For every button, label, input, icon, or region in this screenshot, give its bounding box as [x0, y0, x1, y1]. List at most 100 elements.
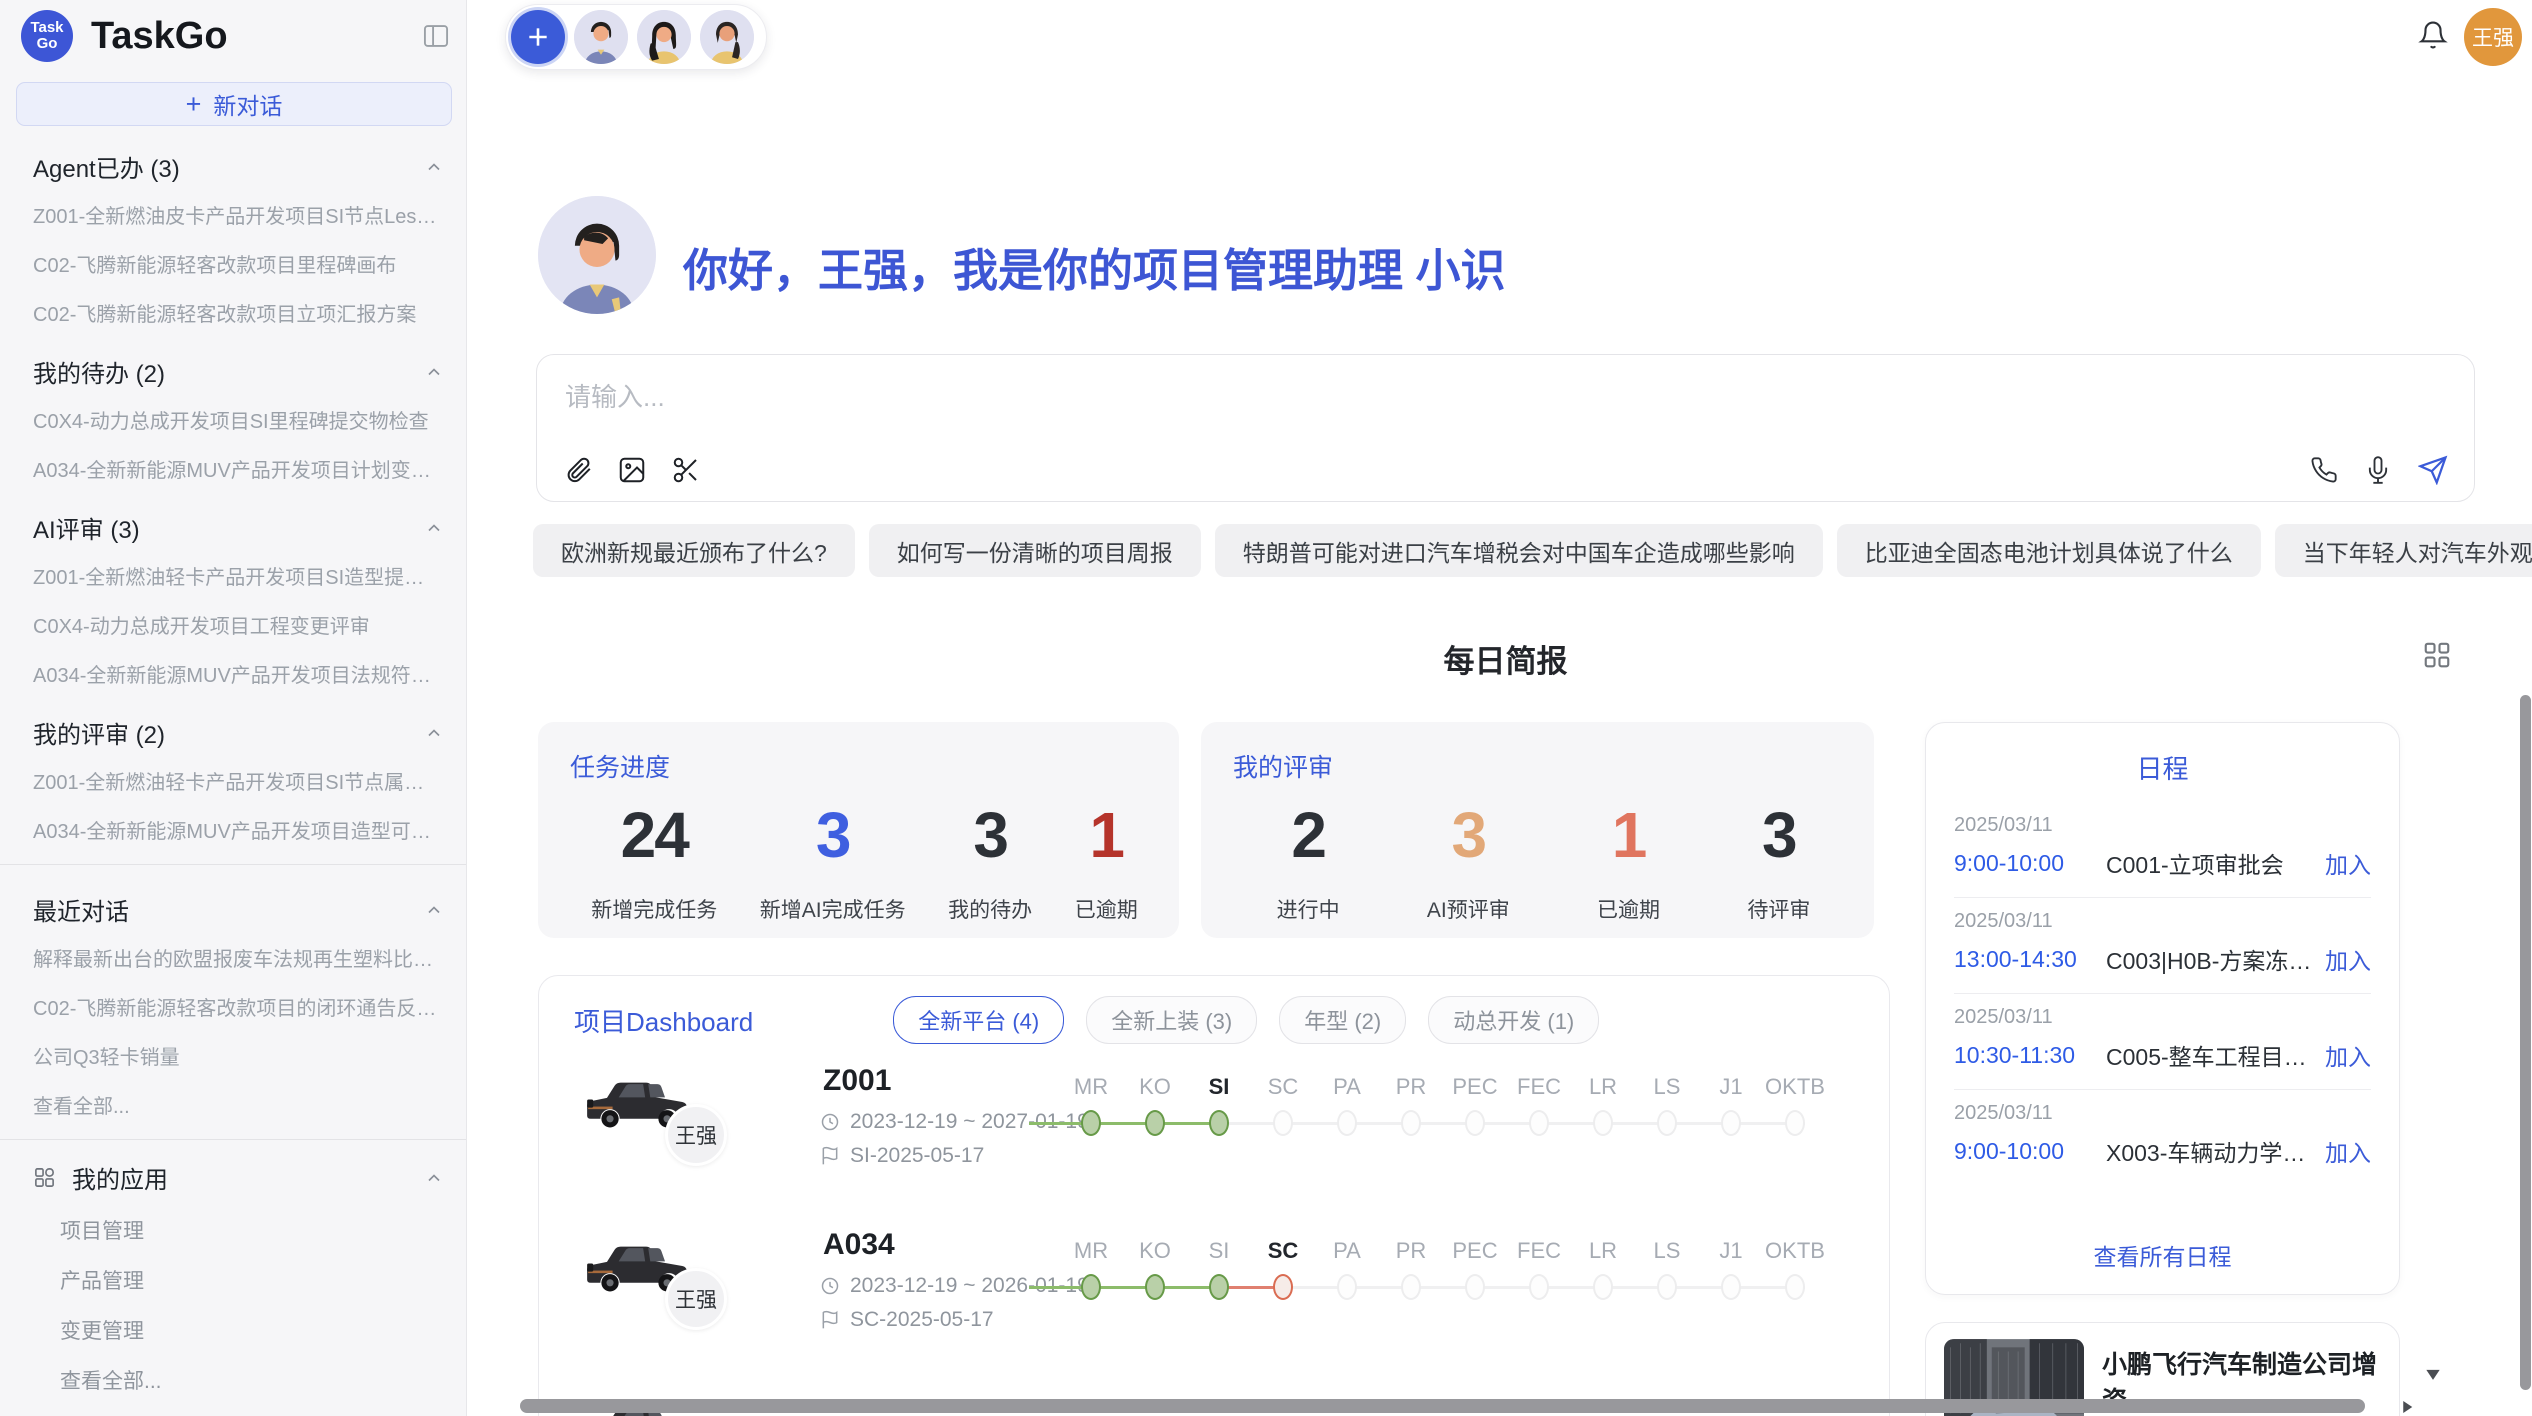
recent-conversations-header[interactable]: 最近对话	[0, 875, 466, 933]
milestone-node[interactable]	[1401, 1110, 1421, 1136]
new-chat-button[interactable]: + 新对话	[16, 82, 452, 126]
vertical-scrollbar[interactable]	[2520, 695, 2531, 1390]
my-apps-submenu-item[interactable]: 查看全部...	[0, 1355, 466, 1405]
agent-avatar-2[interactable]	[637, 10, 691, 64]
user-avatar[interactable]: 王强	[2464, 8, 2522, 66]
milestone-node[interactable]	[1081, 1274, 1101, 1300]
join-meeting-link[interactable]: 加入	[2325, 942, 2371, 976]
recent-conversation-item[interactable]: 公司Q3轻卡销量	[0, 1031, 466, 1080]
phone-call-icon[interactable]	[2310, 456, 2338, 484]
chevron-up-icon[interactable]	[424, 1168, 444, 1188]
project-code[interactable]: A034	[823, 1228, 895, 1262]
dashboard-tab[interactable]: 全新平台 (4)	[893, 996, 1064, 1044]
clock-icon	[820, 1112, 840, 1132]
milestone-node[interactable]	[1145, 1274, 1165, 1300]
milestone-pa: PA	[1315, 1074, 1379, 1158]
collapse-sidebar-icon[interactable]	[420, 22, 452, 50]
agent-avatar-1[interactable]	[574, 10, 628, 64]
agent-switcher	[505, 4, 767, 70]
milestone-node[interactable]	[1529, 1110, 1549, 1136]
sidebar-item[interactable]: C0X4-动力总成开发项目SI里程碑提交物检查	[0, 395, 466, 444]
assistant-avatar	[538, 196, 656, 314]
horizontal-scrollbar[interactable]	[520, 1399, 2365, 1413]
agent-avatar-3[interactable]	[700, 10, 754, 64]
sidebar-section-header[interactable]: Agent已办 (3)	[0, 132, 466, 190]
milestone-node[interactable]	[1785, 1110, 1805, 1136]
suggestion-chip[interactable]: 特朗普可能对进口汽车增税会对中国车企造成哪些影响	[1215, 524, 1823, 577]
sidebar-item[interactable]: C02-飞腾新能源轻客改款项目立项汇报方案	[0, 288, 466, 337]
sidebar-item[interactable]: Z001-全新燃油轻卡产品开发项目SI造型提交物评审	[0, 551, 466, 600]
sidebar-item[interactable]: Z001-全新燃油皮卡产品开发项目SI节点Lesson Learn报告	[0, 190, 466, 239]
attachment-icon[interactable]	[563, 455, 593, 485]
milestone-node[interactable]	[1209, 1110, 1229, 1136]
dashboard-tab[interactable]: 动总开发 (1)	[1428, 996, 1599, 1044]
layout-grid-icon[interactable]	[2422, 640, 2452, 670]
suggestion-chip[interactable]: 欧洲新规最近颁布了什么?	[533, 524, 855, 577]
suggestion-chip[interactable]: 如何写一份清晰的项目周报	[869, 524, 1201, 577]
milestone-node[interactable]	[1337, 1274, 1357, 1300]
recent-conversation-item[interactable]: 解释最新出台的欧盟报废车法规再生塑料比例被调至15%...	[0, 933, 466, 982]
milestone-node[interactable]	[1657, 1274, 1677, 1300]
my-apps-submenu-item[interactable]: 项目管理	[0, 1205, 466, 1255]
chat-input[interactable]	[563, 381, 2448, 414]
chevron-up-icon	[424, 518, 444, 538]
scroll-right-arrow-icon[interactable]	[2398, 1398, 2416, 1416]
stat: 3AI预评审	[1427, 798, 1510, 924]
sidebar-item[interactable]: A034-全新新能源MUV产品开发项目计划变更表编写	[0, 444, 466, 493]
project-row: 王强Z0012023-12-19 ~ 2027-01-19SI-2025-05-…	[539, 1050, 1889, 1208]
sidebar-section-header[interactable]: 我的评审 (2)	[0, 698, 466, 756]
join-meeting-link[interactable]: 加入	[2325, 1038, 2371, 1072]
project-owner-badge: 王强	[665, 1268, 727, 1330]
milestone-node[interactable]	[1081, 1110, 1101, 1136]
view-all-link[interactable]: 查看全部...	[0, 1080, 466, 1129]
sidebar-item-cloud-space[interactable]: 我的云空间	[0, 1405, 466, 1416]
send-icon[interactable]	[2418, 455, 2448, 485]
milestone-node[interactable]	[1337, 1110, 1357, 1136]
sidebar-item[interactable]: C02-飞腾新能源轻客改款项目里程碑画布	[0, 239, 466, 288]
screenshot-scissors-icon[interactable]	[671, 455, 701, 485]
sidebar-item-my-apps[interactable]: 我的应用	[0, 1150, 466, 1205]
recent-conversations: 最近对话解释最新出台的欧盟报废车法规再生塑料比例被调至15%...C02-飞腾新…	[0, 875, 466, 1129]
suggestion-chip[interactable]: 当下年轻人对汽车外观有怎样的喜好趋势	[2275, 524, 2532, 577]
sidebar-section-header[interactable]: AI评审 (3)	[0, 493, 466, 551]
add-agent-button[interactable]	[511, 10, 565, 64]
milestone-node[interactable]	[1785, 1274, 1805, 1300]
milestone-node[interactable]	[1529, 1274, 1549, 1300]
milestone-node[interactable]	[1721, 1274, 1741, 1300]
project-rows: 王强Z0012023-12-19 ~ 2027-01-19SI-2025-05-…	[539, 1050, 1889, 1416]
schedule-item: 2025/03/1113:00-14:30C003|H0B-方案冻结评审加入	[1954, 898, 2371, 976]
image-upload-icon[interactable]	[617, 455, 647, 485]
milestone-node[interactable]	[1273, 1110, 1293, 1136]
view-all-schedule-link[interactable]: 查看所有日程	[1926, 1238, 2399, 1272]
scroll-down-arrow-icon[interactable]	[2423, 1364, 2443, 1384]
sidebar-item[interactable]: C0X4-动力总成开发项目工程变更评审	[0, 600, 466, 649]
my-apps-submenu-item[interactable]: 变更管理	[0, 1305, 466, 1355]
project-code[interactable]: Z001	[823, 1064, 891, 1098]
milestone-node[interactable]	[1465, 1274, 1485, 1300]
sidebar-item[interactable]: A034-全新新能源MUV产品开发项目法规符合性评审	[0, 649, 466, 698]
dashboard-tab[interactable]: 年型 (2)	[1279, 996, 1406, 1044]
milestone-node[interactable]	[1593, 1274, 1613, 1300]
app-grid-icon	[33, 1166, 56, 1189]
milestone-node[interactable]	[1593, 1110, 1613, 1136]
milestone-node[interactable]	[1657, 1110, 1677, 1136]
milestone-pr: PR	[1379, 1074, 1443, 1158]
milestone-node[interactable]	[1465, 1110, 1485, 1136]
sidebar-section-header[interactable]: 我的待办 (2)	[0, 337, 466, 395]
join-meeting-link[interactable]: 加入	[2325, 846, 2371, 880]
sidebar-item[interactable]: Z001-全新燃油轻卡产品开发项目SI节点属性5D文件评审	[0, 756, 466, 805]
recent-conversation-item[interactable]: C02-飞腾新能源轻客改款项目的闭环通告反馈情况	[0, 982, 466, 1031]
milestone-node[interactable]	[1401, 1274, 1421, 1300]
milestone-label: PR	[1396, 1238, 1427, 1264]
milestone-node[interactable]	[1145, 1110, 1165, 1136]
microphone-icon[interactable]	[2364, 456, 2392, 484]
milestone-node[interactable]	[1721, 1110, 1741, 1136]
my-apps-submenu-item[interactable]: 产品管理	[0, 1255, 466, 1305]
milestone-node[interactable]	[1209, 1274, 1229, 1300]
sidebar-item[interactable]: A034-全新新能源MUV产品开发项目造型可行性评审	[0, 805, 466, 854]
join-meeting-link[interactable]: 加入	[2325, 1134, 2371, 1168]
dashboard-tab[interactable]: 全新上装 (3)	[1086, 996, 1257, 1044]
milestone-node[interactable]	[1273, 1274, 1293, 1300]
notification-bell-icon[interactable]	[2418, 20, 2448, 50]
suggestion-chip[interactable]: 比亚迪全固态电池计划具体说了什么	[1837, 524, 2261, 577]
